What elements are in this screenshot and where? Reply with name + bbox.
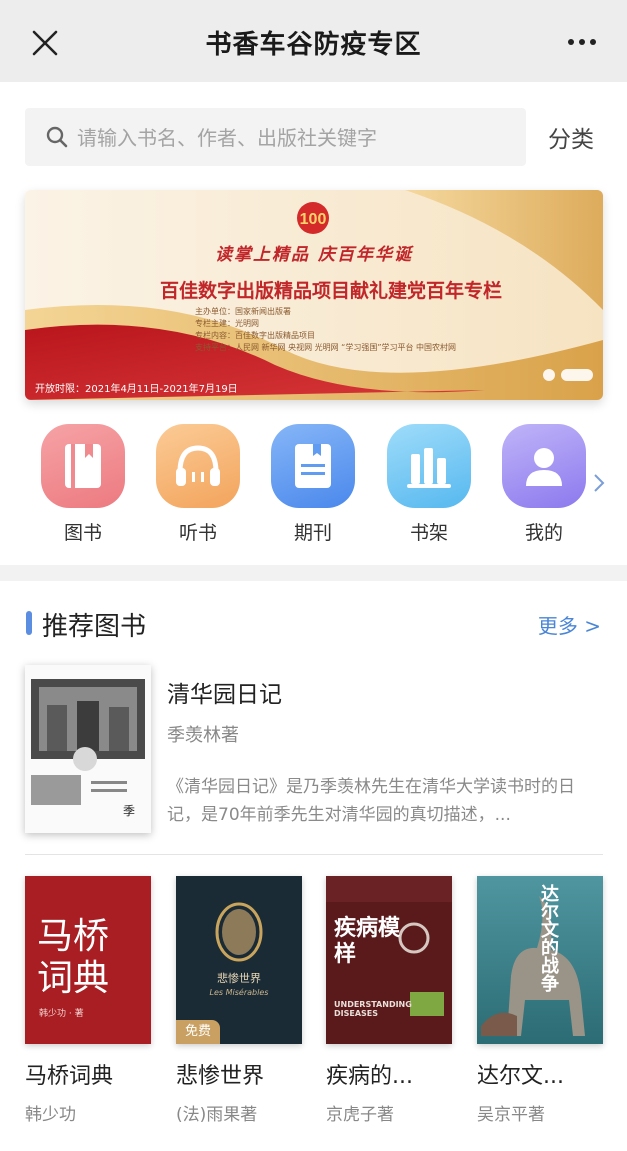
book-card[interactable]: 疾病模样 UNDERSTANDING DISEASES 疾病的... 京虎子著: [326, 876, 452, 1125]
book-title[interactable]: 达尔文...: [477, 1058, 603, 1090]
svg-text:100: 100: [300, 211, 327, 228]
carousel-dot-active[interactable]: [561, 369, 593, 381]
cover-text: 疾病模样: [334, 916, 401, 967]
nav-audiobooks[interactable]: 听书: [153, 424, 243, 545]
book-cover[interactable]: 疾病模样 UNDERSTANDING DISEASES: [326, 876, 452, 1044]
category-button[interactable]: 分类: [548, 120, 594, 154]
svg-text:季: 季: [123, 804, 135, 818]
cover-subtext: Les Misérables: [209, 988, 269, 997]
search-input[interactable]: 请输入书名、作者、出版社关键字: [25, 108, 526, 166]
cover-text: 达尔文的战争: [538, 884, 559, 992]
banner-info-line: 专栏主建：光明网: [195, 319, 259, 328]
carousel-dot[interactable]: [543, 369, 555, 381]
carousel-indicator[interactable]: [537, 366, 593, 385]
nav-label: 书架: [409, 522, 448, 544]
featured-book-author: 季羡林著: [167, 725, 239, 746]
cover-subtext: 韩少功 · 著: [39, 1009, 84, 1019]
book-title[interactable]: 马桥词典: [25, 1058, 151, 1090]
book-author: 韩少功: [25, 1105, 76, 1125]
nav-books[interactable]: 图书: [38, 424, 128, 545]
headphones-icon: [156, 424, 240, 508]
page-title: 书香车谷防疫专区: [205, 30, 422, 60]
banner-headline: 百佳数字出版精品项目献礼建党百年专栏: [160, 280, 503, 302]
more-options-icon[interactable]: [567, 36, 597, 48]
book-card[interactable]: 悲惨世界 Les Misérables 免费 悲惨世界 (法)雨果著: [176, 876, 302, 1125]
section-title: 推荐图书: [42, 612, 147, 642]
banner-tagline: 读掌上精品 庆百年华诞: [215, 245, 413, 265]
featured-book[interactable]: 季 清华园日记 季羡林著 《清华园日记》是乃季羡林先生在清华大学读书时的日记，是…: [25, 665, 603, 835]
book-title[interactable]: 悲惨世界: [176, 1058, 302, 1090]
promo-banner[interactable]: 100 读掌上精品 庆百年华诞 百佳数字出版精品项目献礼建党百年专栏 主办单位：…: [25, 190, 603, 400]
banner-info-line: 支持平台：人民网 新华网 央视网 光明网 “学习强国”学习平台 中国农村网: [195, 343, 457, 352]
free-badge: 免费: [176, 1020, 220, 1044]
featured-book-title[interactable]: 清华园日记: [167, 675, 282, 709]
book-cover[interactable]: 达尔文的战争: [477, 876, 603, 1044]
nav-mine[interactable]: 我的: [499, 424, 589, 545]
cover-text: 马桥词典: [37, 916, 110, 999]
book-author: 吴京平著: [477, 1105, 545, 1125]
book-card[interactable]: 达尔文的战争 达尔文... 吴京平著: [477, 876, 603, 1125]
journal-icon: [271, 424, 355, 508]
nav-journals[interactable]: 期刊: [268, 424, 358, 545]
book-icon: [41, 424, 125, 508]
feature-nav: 图书 听书 期刊 书架 我的: [0, 420, 627, 550]
banner-open-time: 开放时限：2021年4月11日-2021年7月19日: [35, 384, 238, 395]
cover-subtext: UNDERSTANDING DISEASES: [334, 1000, 412, 1018]
book-author: 京虎子著: [326, 1105, 394, 1125]
banner-info-line: 主办单位：国家新闻出版署: [195, 307, 291, 316]
banner-info: 主办单位：国家新闻出版署 专栏主建：光明网 专栏内容：百佳数字出版精品项目 支持…: [195, 306, 495, 354]
section-divider: [0, 565, 627, 581]
book-cover[interactable]: 悲惨世界 Les Misérables 免费: [176, 876, 302, 1044]
banner-info-line: 专栏内容：百佳数字出版精品项目: [195, 331, 315, 340]
nav-label: 图书: [63, 522, 102, 544]
more-link[interactable]: 更多 >: [538, 610, 601, 639]
nav-bookshelf[interactable]: 书架: [384, 424, 474, 545]
top-bar: 书香车谷防疫专区: [0, 0, 627, 82]
section-accent-bar: [26, 611, 32, 635]
divider-line: [25, 854, 603, 855]
cover-text: 悲惨世界: [217, 972, 261, 985]
chevron-right-icon[interactable]: [592, 472, 606, 494]
search-icon: [46, 126, 68, 148]
featured-book-description: 《清华园日记》是乃季羡林先生在清华大学读书时的日记，是70年前季先生对清华园的真…: [167, 777, 575, 825]
bookshelf-icon: [387, 424, 471, 508]
search-placeholder: 请输入书名、作者、出版社关键字: [77, 126, 377, 150]
book-title[interactable]: 疾病的...: [326, 1058, 452, 1090]
recommend-header: 推荐图书 更多 >: [0, 600, 627, 650]
nav-label: 听书: [178, 522, 217, 544]
nav-label: 我的: [524, 522, 563, 544]
user-icon: [502, 424, 586, 508]
search-row: 请输入书名、作者、出版社关键字 分类: [0, 82, 627, 182]
book-author: (法)雨果著: [176, 1105, 258, 1125]
book-cover[interactable]: 马桥词典 韩少功 · 著: [25, 876, 151, 1044]
book-cover[interactable]: 季: [25, 665, 151, 833]
book-card[interactable]: 马桥词典 韩少功 · 著 马桥词典 韩少功: [25, 876, 151, 1125]
nav-label: 期刊: [293, 522, 332, 544]
